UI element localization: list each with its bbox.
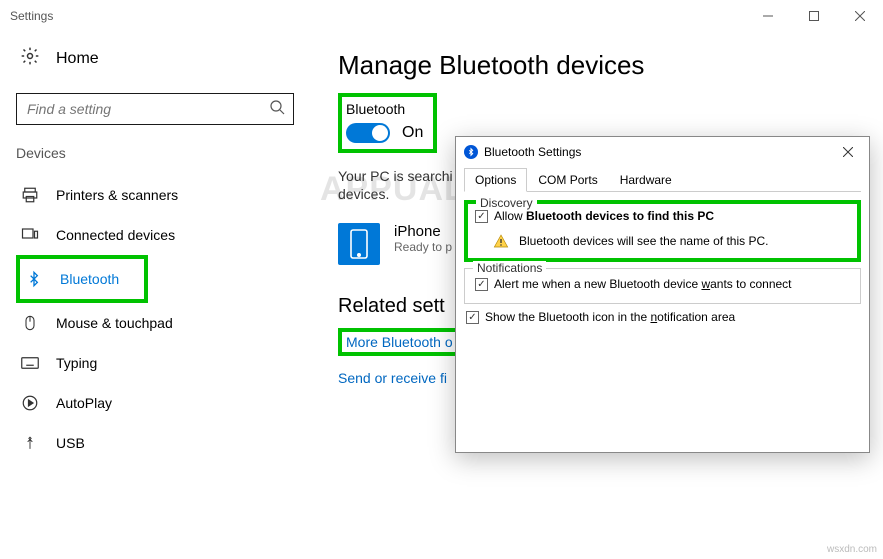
sidebar-item-label: AutoPlay bbox=[56, 395, 112, 411]
section-label: Devices bbox=[16, 145, 290, 161]
checkbox-label: Show the Bluetooth icon in the notificat… bbox=[485, 310, 735, 324]
usb-icon bbox=[20, 434, 40, 452]
bluetooth-settings-dialog: Bluetooth Settings Options COM Ports Har… bbox=[455, 136, 870, 453]
sidebar-item-mouse[interactable]: Mouse & touchpad bbox=[16, 303, 290, 343]
warning-text: Bluetooth devices will see the name of t… bbox=[519, 234, 768, 248]
maximize-button[interactable] bbox=[791, 0, 837, 32]
sidebar-item-usb[interactable]: USB bbox=[16, 423, 290, 463]
mouse-icon bbox=[20, 314, 40, 332]
checkbox-label: Allow Bluetooth devices to find this PC bbox=[494, 209, 714, 223]
checkbox-icon: ✓ bbox=[475, 210, 488, 223]
autoplay-icon bbox=[20, 394, 40, 412]
sidebar-item-label: Typing bbox=[56, 355, 97, 371]
dialog-close-button[interactable] bbox=[835, 140, 861, 164]
dialog-titlebar: Bluetooth Settings bbox=[456, 137, 869, 167]
devices-icon bbox=[20, 226, 40, 244]
minimize-button[interactable] bbox=[745, 0, 791, 32]
window-title: Settings bbox=[10, 9, 53, 23]
window-titlebar: Settings bbox=[0, 0, 883, 32]
sidebar-item-label: USB bbox=[56, 435, 85, 451]
dialog-title: Bluetooth Settings bbox=[484, 145, 581, 159]
sidebar-item-label: Connected devices bbox=[56, 227, 175, 243]
bluetooth-glyph-icon bbox=[464, 145, 478, 159]
sidebar-item-label: Bluetooth bbox=[60, 271, 119, 287]
dialog-tabs: Options COM Ports Hardware bbox=[464, 167, 861, 192]
checkbox-icon: ✓ bbox=[475, 278, 488, 291]
device-name: iPhone bbox=[394, 223, 452, 240]
keyboard-icon bbox=[20, 356, 40, 370]
watermark-credit: wsxdn.com bbox=[827, 544, 877, 555]
highlight-discovery-group: Discovery ✓ Allow Bluetooth devices to f… bbox=[464, 200, 861, 262]
group-notifications: Notifications ✓ Alert me when a new Blue… bbox=[464, 268, 861, 304]
gear-icon bbox=[20, 46, 40, 71]
dialog-body: Discovery ✓ Allow Bluetooth devices to f… bbox=[456, 192, 869, 452]
group-title-notifications: Notifications bbox=[473, 261, 546, 275]
bluetooth-state: On bbox=[402, 124, 423, 142]
checkbox-show-tray-icon[interactable]: ✓ Show the Bluetooth icon in the notific… bbox=[466, 310, 861, 324]
home-button[interactable]: Home bbox=[16, 46, 290, 71]
bluetooth-label: Bluetooth bbox=[346, 101, 423, 117]
search-icon bbox=[269, 99, 285, 120]
sidebar-item-label: Printers & scanners bbox=[56, 187, 178, 203]
discovery-warning: Bluetooth devices will see the name of t… bbox=[475, 233, 850, 249]
window-controls bbox=[745, 0, 883, 32]
search-input-container[interactable] bbox=[16, 93, 294, 125]
highlight-bluetooth-toggle: Bluetooth On bbox=[338, 93, 437, 153]
warning-icon bbox=[493, 233, 509, 249]
checkbox-icon: ✓ bbox=[466, 311, 479, 324]
bluetooth-icon bbox=[24, 270, 44, 288]
sidebar-item-bluetooth[interactable]: Bluetooth bbox=[20, 259, 144, 299]
link-more-bluetooth-options[interactable]: More Bluetooth o bbox=[346, 334, 453, 350]
sidebar-item-label: Mouse & touchpad bbox=[56, 315, 173, 331]
printer-icon bbox=[20, 186, 40, 204]
tab-options[interactable]: Options bbox=[464, 168, 527, 192]
sidebar-item-connected[interactable]: Connected devices bbox=[16, 215, 290, 255]
device-status: Ready to p bbox=[394, 240, 452, 254]
group-title-discovery: Discovery bbox=[476, 196, 537, 210]
highlight-bluetooth-nav: Bluetooth bbox=[16, 255, 148, 303]
page-title: Manage Bluetooth devices bbox=[338, 50, 873, 81]
home-label: Home bbox=[56, 50, 99, 68]
search-input[interactable] bbox=[25, 100, 269, 118]
bluetooth-toggle[interactable] bbox=[346, 123, 390, 143]
phone-icon bbox=[338, 223, 380, 265]
tab-hardware[interactable]: Hardware bbox=[609, 168, 683, 192]
tab-com-ports[interactable]: COM Ports bbox=[527, 168, 608, 192]
sidebar: Home Devices Printers & scanners Connect… bbox=[0, 32, 300, 463]
sidebar-item-printers[interactable]: Printers & scanners bbox=[16, 175, 290, 215]
sidebar-item-autoplay[interactable]: AutoPlay bbox=[16, 383, 290, 423]
close-button[interactable] bbox=[837, 0, 883, 32]
highlight-more-options: More Bluetooth o bbox=[338, 328, 461, 356]
checkbox-allow-discovery[interactable]: ✓ Allow Bluetooth devices to find this P… bbox=[475, 209, 850, 223]
sidebar-item-typing[interactable]: Typing bbox=[16, 343, 290, 383]
checkbox-alert-new-device[interactable]: ✓ Alert me when a new Bluetooth device w… bbox=[475, 277, 850, 291]
searching-text: Your PC is searchi devices. bbox=[338, 167, 458, 203]
checkbox-label: Alert me when a new Bluetooth device wan… bbox=[494, 277, 792, 291]
